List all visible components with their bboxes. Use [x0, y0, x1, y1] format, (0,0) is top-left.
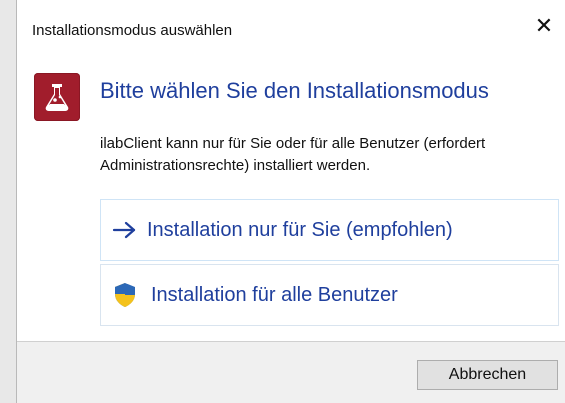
window-title: Installationsmodus auswählen	[32, 22, 233, 39]
dialog-content: Bitte wählen Sie den Installationsmodus …	[17, 59, 565, 392]
lab-flask-icon	[34, 73, 80, 121]
shield-icon	[111, 281, 139, 309]
screen: Installationsmodus auswählen ✕ Bitte wäh…	[0, 0, 565, 403]
dialog-heading: Bitte wählen Sie den Installationsmodus	[100, 78, 489, 103]
install-for-current-user-label: Installation nur für Sie (empfohlen)	[147, 218, 453, 241]
arrow-right-icon	[111, 216, 139, 244]
install-for-current-user-option[interactable]: Installation nur für Sie (empfohlen)	[100, 199, 559, 261]
installation-mode-dialog: Installationsmodus auswählen ✕ Bitte wäh…	[16, 0, 565, 403]
close-button[interactable]: ✕	[530, 12, 558, 40]
title-bar: Installationsmodus auswählen ✕	[17, 0, 565, 59]
install-for-all-users-option[interactable]: Installation für alle Benutzer	[100, 264, 559, 326]
installation-description: ilabClient kann nur für Sie oder für all…	[100, 135, 486, 174]
install-for-all-users-label: Installation für alle Benutzer	[151, 283, 398, 306]
dialog-footer: Abbrechen	[17, 341, 565, 403]
cancel-button[interactable]: Abbrechen	[417, 360, 558, 390]
